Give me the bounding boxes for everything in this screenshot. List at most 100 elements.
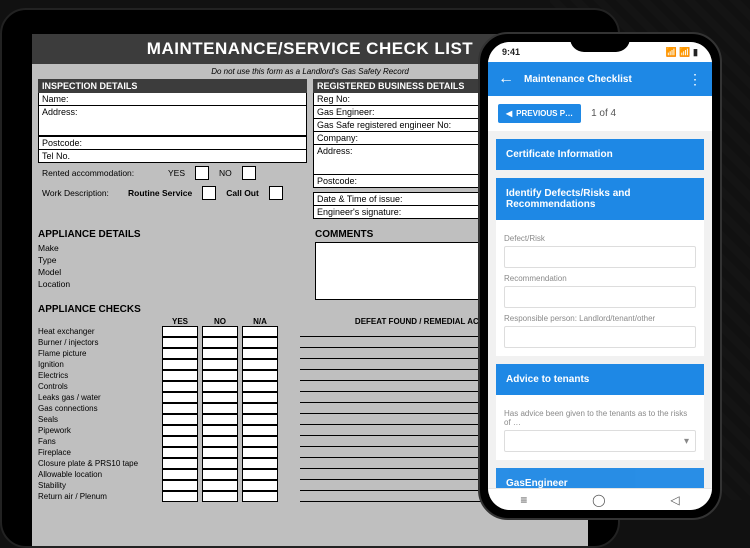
check-cell[interactable] [162, 359, 198, 370]
check-cell[interactable] [162, 326, 198, 337]
yes-label: YES [168, 168, 185, 178]
check-cell[interactable] [202, 359, 238, 370]
section-certificate[interactable]: Certificate Information [496, 139, 704, 170]
check-cell[interactable] [202, 370, 238, 381]
check-cell[interactable] [162, 436, 198, 447]
check-cell[interactable] [202, 326, 238, 337]
routine-label: Routine Service [128, 188, 192, 198]
check-cell[interactable] [162, 370, 198, 381]
android-navbar: ≡ ◯ ◁ [488, 488, 712, 510]
phone-notch [570, 34, 630, 52]
work-label: Work Description: [42, 188, 122, 198]
check-label: Fans [38, 436, 158, 447]
check-cell[interactable] [242, 381, 278, 392]
check-cell[interactable] [162, 458, 198, 469]
check-label: Electrics [38, 370, 158, 381]
check-cell[interactable] [162, 348, 198, 359]
check-label: Stability [38, 480, 158, 491]
routine-checkbox[interactable] [202, 186, 216, 200]
check-cell[interactable] [242, 403, 278, 414]
responsible-input[interactable] [504, 326, 696, 348]
appliance-row: Make [38, 242, 305, 254]
section-advice[interactable]: Advice to tenants [496, 364, 704, 395]
check-cell[interactable] [202, 458, 238, 469]
check-cell[interactable] [242, 425, 278, 436]
check-cell[interactable] [202, 381, 238, 392]
appliance-details: APPLIANCE DETAILS MakeTypeModelLocation [38, 225, 305, 300]
check-cell[interactable] [162, 381, 198, 392]
check-cell[interactable] [242, 370, 278, 381]
checks-header [282, 317, 296, 326]
check-cell[interactable] [242, 469, 278, 480]
section-defects[interactable]: Identify Defects/Risks and Recommendatio… [496, 178, 704, 220]
advice-select[interactable]: ▾ [504, 430, 696, 452]
check-cell[interactable] [242, 436, 278, 447]
responsible-label: Responsible person: Landlord/tenant/othe… [504, 314, 696, 323]
postcode-label: Postcode: [39, 137, 85, 149]
check-label: Burner / injectors [38, 337, 158, 348]
bpostcode-label: Postcode: [314, 175, 360, 187]
name-label: Name: [39, 93, 72, 105]
tel-label: Tel No. [39, 150, 73, 162]
check-cell[interactable] [162, 480, 198, 491]
check-cell[interactable] [202, 447, 238, 458]
check-cell[interactable] [202, 480, 238, 491]
check-cell[interactable] [202, 414, 238, 425]
recommend-input[interactable] [504, 286, 696, 308]
check-cell[interactable] [202, 491, 238, 502]
rented-yes-checkbox[interactable] [195, 166, 209, 180]
check-cell[interactable] [162, 337, 198, 348]
reg-label: Reg No: [314, 93, 353, 105]
check-cell[interactable] [202, 469, 238, 480]
recommend-label: Recommendation [504, 274, 696, 283]
check-cell[interactable] [242, 458, 278, 469]
no-label: NO [219, 168, 232, 178]
check-cell[interactable] [242, 337, 278, 348]
checks-header [38, 317, 158, 326]
check-cell[interactable] [162, 469, 198, 480]
check-cell[interactable] [242, 359, 278, 370]
check-cell[interactable] [242, 392, 278, 403]
check-cell[interactable] [162, 447, 198, 458]
page-indicator: 1 of 4 [591, 108, 616, 119]
check-cell[interactable] [242, 348, 278, 359]
app-bar: ← Maintenance Checklist ⋮ [488, 62, 712, 96]
previous-label: PREVIOUS P… [516, 109, 573, 118]
sig-label: Engineer's signature: [314, 206, 404, 218]
check-cell[interactable] [242, 480, 278, 491]
check-cell[interactable] [202, 392, 238, 403]
check-label: Seals [38, 414, 158, 425]
check-cell[interactable] [242, 447, 278, 458]
check-cell[interactable] [202, 436, 238, 447]
check-cell[interactable] [242, 491, 278, 502]
appliance-row: Location [38, 278, 305, 290]
check-cell[interactable] [162, 425, 198, 436]
status-time: 9:41 [502, 47, 520, 57]
rented-label: Rented accommodation: [42, 168, 162, 178]
company-label: Company: [314, 132, 361, 144]
previous-button[interactable]: ◀ PREVIOUS P… [498, 104, 581, 123]
phone-frame: 9:41 📶 📶 ▮ ← Maintenance Checklist ⋮ ◀ P… [478, 32, 722, 520]
check-cell[interactable] [162, 491, 198, 502]
menu-icon[interactable]: ⋮ [688, 71, 702, 88]
check-label: Return air / Plenum [38, 491, 158, 502]
inspection-section: INSPECTION DETAILS Name: Address: Postco… [38, 79, 307, 219]
check-cell[interactable] [202, 348, 238, 359]
rented-no-checkbox[interactable] [242, 166, 256, 180]
check-cell[interactable] [202, 403, 238, 414]
callout-checkbox[interactable] [269, 186, 283, 200]
check-cell[interactable] [242, 414, 278, 425]
check-label: Gas connections [38, 403, 158, 414]
check-cell[interactable] [242, 326, 278, 337]
check-label: Controls [38, 381, 158, 392]
check-cell[interactable] [202, 425, 238, 436]
check-cell[interactable] [162, 403, 198, 414]
check-cell[interactable] [162, 392, 198, 403]
check-label: Leaks gas / water [38, 392, 158, 403]
back-icon[interactable]: ← [498, 70, 514, 88]
check-cell[interactable] [162, 414, 198, 425]
check-cell[interactable] [202, 337, 238, 348]
defect-input[interactable] [504, 246, 696, 268]
address-label: Address: [39, 106, 81, 118]
baddress-label: Address: [314, 145, 356, 157]
